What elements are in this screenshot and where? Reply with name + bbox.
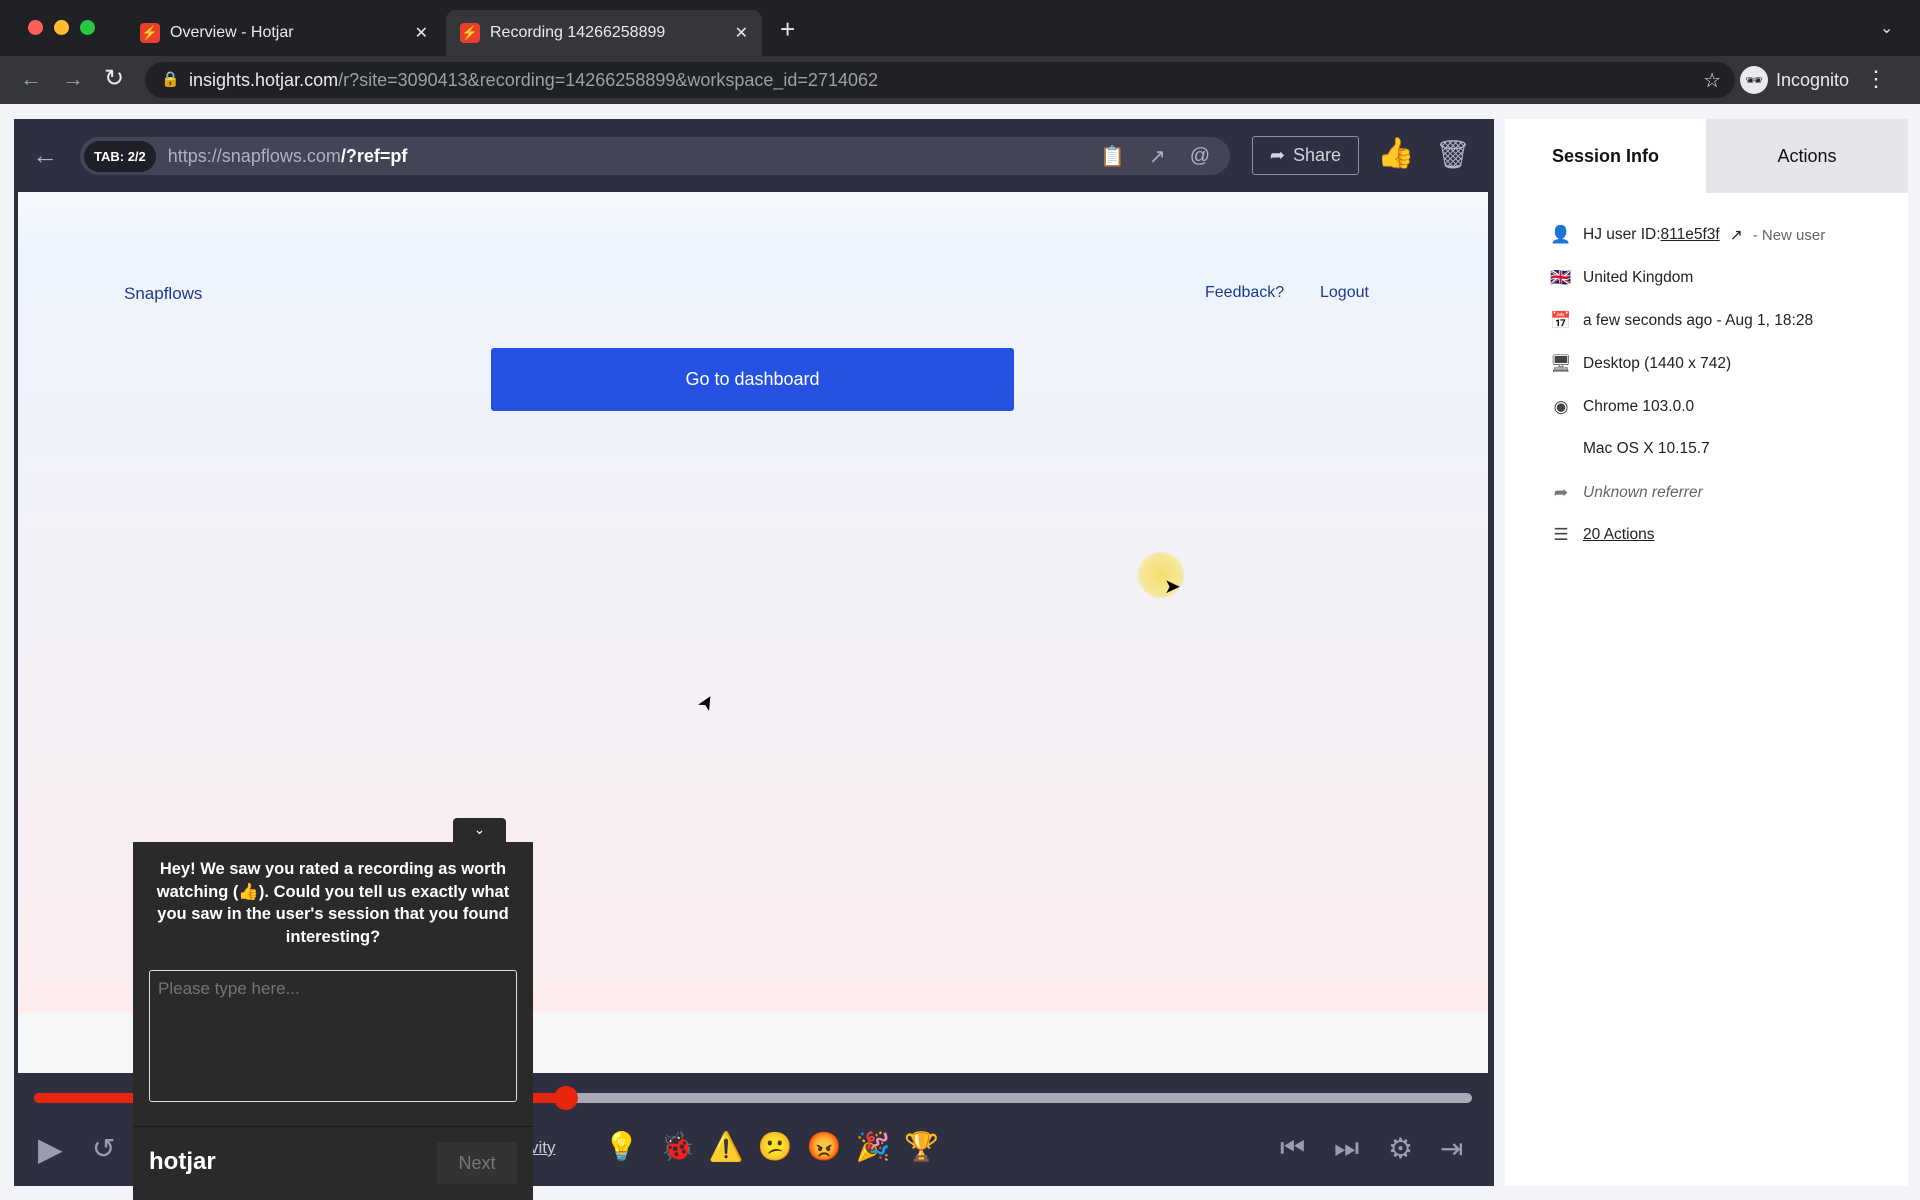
country-row: 🇬🇧 United Kingdom — [1549, 268, 1693, 288]
date-row: 📅 a few seconds ago - Aug 1, 18:28 — [1549, 311, 1813, 331]
go-to-dashboard-button[interactable]: Go to dashboard — [491, 348, 1014, 411]
os-row: Mac OS X 10.15.7 — [1549, 440, 1710, 458]
thumbs-up-icon[interactable]: 👍 — [1377, 136, 1414, 171]
referrer: Unknown referrer — [1583, 484, 1703, 501]
incognito-badge[interactable]: 🕶 Incognito — [1740, 64, 1849, 96]
share-button[interactable]: ➦ Share — [1252, 136, 1359, 175]
chrome-icon: ◉ — [1553, 397, 1569, 416]
tab-actions[interactable]: Actions — [1706, 119, 1908, 193]
copy-url-icon[interactable]: 📋 — [1100, 144, 1125, 169]
actions-row: ☰ 20 Actions — [1549, 525, 1655, 545]
tab-title: Recording 14266258899 — [490, 24, 666, 41]
collapse-chevron-icon[interactable]: ⌄ — [453, 818, 506, 842]
tab-title: Overview - Hotjar — [170, 24, 294, 41]
device: Desktop (1440 x 742) — [1583, 355, 1732, 372]
session-time: a few seconds ago - Aug 1, 18:28 — [1583, 312, 1814, 329]
close-window-button[interactable] — [28, 20, 43, 35]
minimize-window-button[interactable] — [54, 20, 69, 35]
maximize-window-button[interactable] — [80, 20, 95, 35]
confused-face-icon[interactable]: 😕 — [758, 1130, 793, 1163]
tab-search-chevron-icon[interactable]: ⌄ — [1880, 18, 1893, 38]
actions-link[interactable]: 20 Actions — [1583, 526, 1655, 544]
desktop-icon: 🖥 — [1550, 354, 1572, 373]
user-id-label: HJ user ID: — [1583, 226, 1661, 243]
close-tab-icon[interactable]: ✕ — [415, 23, 428, 43]
mention-icon[interactable]: @ — [1190, 145, 1210, 168]
previous-page-icon[interactable]: ⏮ — [1280, 1132, 1305, 1165]
site-feedback-link[interactable]: Feedback? — [1205, 284, 1284, 302]
tab-badge: TAB: 2/2 — [84, 140, 156, 172]
referrer-row: ➦ Unknown referrer — [1549, 483, 1703, 503]
activity-toggle[interactable]: vity — [530, 1138, 556, 1158]
referrer-arrow-icon: ➦ — [1553, 483, 1569, 502]
user-status: - New user — [1752, 226, 1826, 244]
cursor-icon: ➤ — [1164, 576, 1181, 598]
browser-tab-overview[interactable]: ⚡ Overview - Hotjar ✕ — [126, 10, 442, 56]
insights-lightbulb-icon[interactable]: 💡 — [604, 1130, 639, 1163]
recorded-url-path: /?ref=pf — [340, 145, 408, 166]
session-panel: Session Info Actions 👤 HJ user ID: 811e5f… — [1505, 119, 1908, 1186]
settings-gear-icon[interactable]: ⚙ — [1388, 1132, 1413, 1165]
recorded-url-bar: TAB: 2/2 https://snapflows.com/?ref=pf 📋… — [80, 137, 1230, 175]
trophy-icon[interactable]: 🏆 — [904, 1130, 939, 1163]
list-icon: ☰ — [1553, 525, 1569, 544]
hotjar-favicon-icon: ⚡ — [140, 23, 160, 43]
timeline-handle[interactable] — [554, 1086, 579, 1110]
play-icon[interactable]: ▶ — [38, 1130, 63, 1168]
divider — [133, 1126, 533, 1127]
rewind-10-icon[interactable]: ↺ — [92, 1132, 115, 1165]
hotjar-favicon-icon: ⚡ — [460, 23, 480, 43]
share-label: Share — [1293, 145, 1342, 165]
country: United Kingdom — [1583, 269, 1694, 286]
hotjar-logo: hotjar — [149, 1148, 216, 1175]
url-rest: /r?site=3090413&recording=14266258899&wo… — [338, 69, 879, 90]
uk-flag-icon: 🇬🇧 — [1550, 268, 1572, 287]
survey-popup: ⌄ Hey! We saw you rated a recording as w… — [133, 818, 533, 1200]
angry-face-icon[interactable]: 😡 — [807, 1130, 842, 1163]
incognito-icon: 🕶 — [1740, 66, 1768, 94]
user-id-row: 👤 HJ user ID: 811e5f3f ↗ - New user — [1549, 225, 1825, 245]
browser-tab-bar: ⚡ Overview - Hotjar ✕ ⚡ Recording 142662… — [0, 0, 1920, 56]
browser-tab-recording[interactable]: ⚡ Recording 14266258899 ✕ — [446, 10, 762, 56]
back-arrow-icon[interactable]: ← — [32, 140, 58, 171]
survey-question: Hey! We saw you rated a recording as wor… — [156, 860, 510, 946]
device-row: 🖥 Desktop (1440 x 742) — [1549, 354, 1731, 374]
bug-icon[interactable]: 🐞 — [660, 1130, 695, 1163]
tab-session-info[interactable]: Session Info — [1505, 119, 1706, 193]
browser: Chrome 103.0.0 — [1583, 398, 1695, 415]
menu-icon[interactable]: ⋮ — [1865, 66, 1887, 92]
share-icon: ➦ — [1269, 145, 1286, 165]
emoji-filter-bar: 🐞 ⚠️ 😕 😡 🎉 🏆 — [660, 1130, 939, 1163]
bookmark-star-icon[interactable]: ☆ — [1703, 68, 1721, 93]
survey-next-button[interactable]: Next — [437, 1142, 517, 1184]
survey-answer-input[interactable] — [149, 970, 517, 1102]
mouse-pointer-icon: ➤ — [693, 689, 721, 716]
reload-icon[interactable]: ↻ — [104, 64, 124, 93]
new-tab-button[interactable]: + — [780, 14, 795, 45]
back-icon[interactable]: ← — [20, 66, 42, 92]
next-page-icon[interactable]: ⏭ — [1334, 1132, 1359, 1165]
open-external-icon[interactable]: ↗ — [1149, 144, 1166, 169]
url-host: insights.hotjar.com — [189, 69, 339, 90]
user-id-link[interactable]: 811e5f3f — [1661, 226, 1720, 244]
collapse-panel-icon[interactable]: ⇥ — [1440, 1132, 1463, 1165]
close-tab-icon[interactable]: ✕ — [735, 23, 748, 43]
delete-trash-icon[interactable]: 🗑 — [1435, 138, 1471, 171]
external-link-icon[interactable]: ↗ — [1730, 226, 1743, 245]
url-input[interactable]: 🔒 insights.hotjar.com /r?site=3090413&re… — [145, 62, 1735, 98]
site-logout-link[interactable]: Logout — [1320, 284, 1369, 302]
recorded-url-base: https://snapflows.com — [167, 145, 341, 166]
warning-icon[interactable]: ⚠️ — [709, 1130, 744, 1163]
profile-label: Incognito — [1776, 69, 1850, 90]
site-brand[interactable]: Snapflows — [124, 284, 202, 304]
os: Mac OS X 10.15.7 — [1583, 440, 1710, 457]
browser-row: ◉ Chrome 103.0.0 — [1549, 397, 1695, 417]
forward-icon[interactable]: → — [62, 66, 84, 92]
user-icon: 👤 — [1550, 225, 1572, 244]
lock-icon: 🔒 — [161, 71, 180, 88]
party-popper-icon[interactable]: 🎉 — [856, 1130, 891, 1163]
calendar-icon: 📅 — [1550, 311, 1572, 330]
